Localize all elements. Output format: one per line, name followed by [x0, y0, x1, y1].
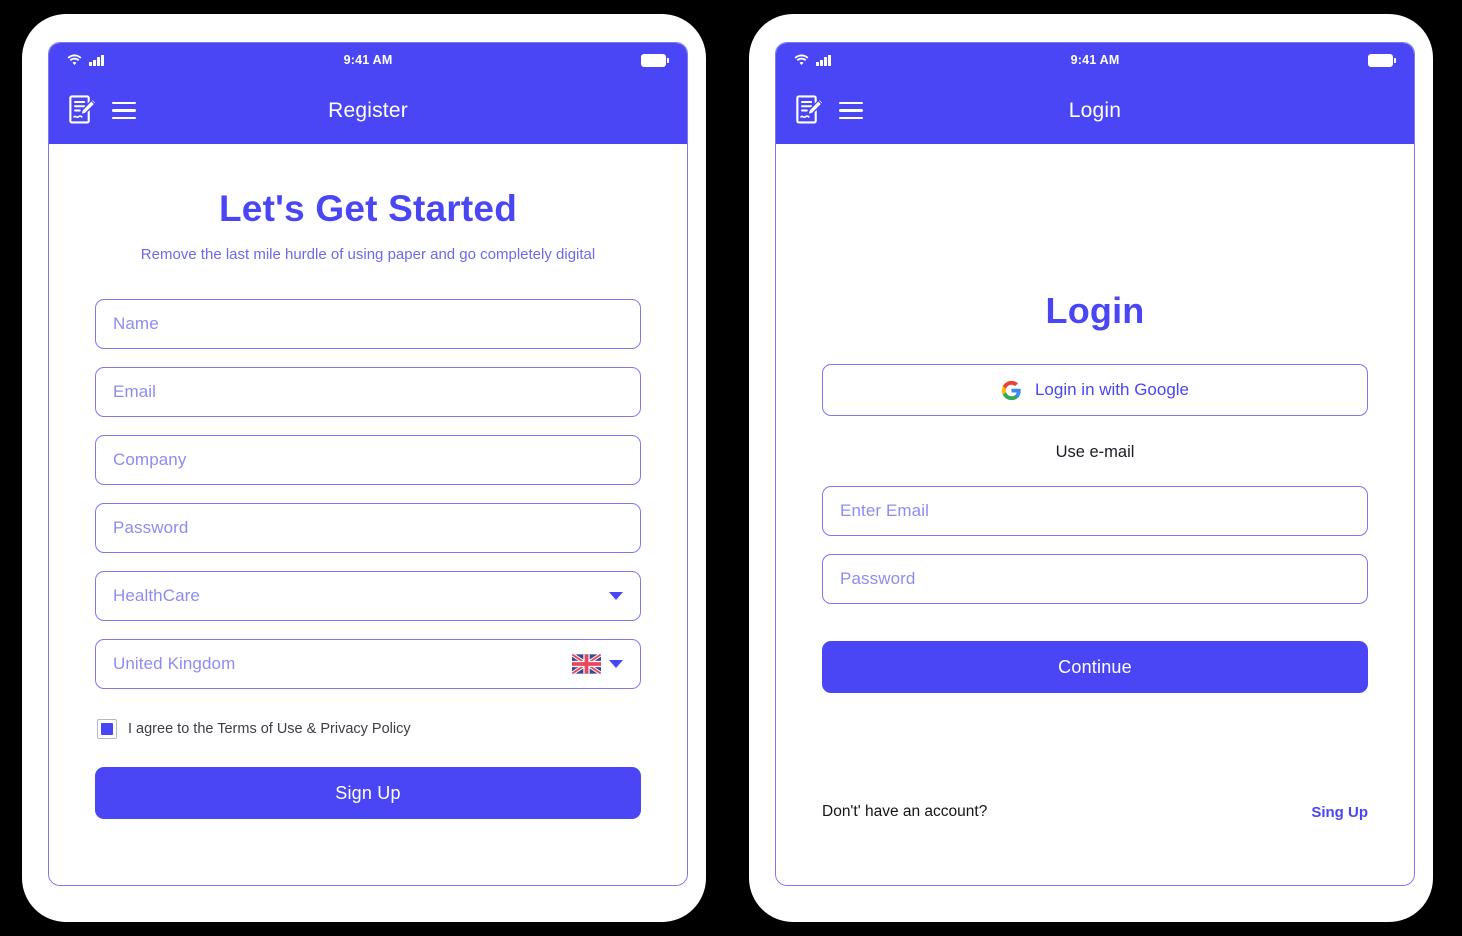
login-email-field[interactable]: Enter Email — [822, 486, 1368, 536]
status-right-group — [640, 53, 669, 67]
login-footer: Don't' have an account? Sing Up — [822, 803, 1368, 821]
terms-checkbox[interactable] — [97, 719, 117, 740]
login-form: Enter Email Password — [822, 486, 1368, 604]
sign-up-button-wrap: Sign Up — [95, 767, 641, 820]
status-time: 9:41 AM — [1070, 53, 1120, 67]
app-bar-icon-group — [69, 95, 136, 126]
checkbox-check-icon — [101, 723, 113, 736]
login-heading: Login — [1045, 290, 1145, 331]
email-field[interactable]: Email — [95, 367, 641, 418]
login-with-google-button[interactable]: Login in with Google — [822, 364, 1368, 416]
login-body: Login Login in with Google Use e-mail En… — [776, 144, 1414, 885]
battery-icon — [640, 53, 669, 67]
wifi-icon — [67, 54, 82, 65]
terms-agreement-row[interactable]: I agree to the Terms of Use & Privacy Po… — [95, 719, 641, 740]
company-field-placeholder: Company — [113, 450, 187, 470]
register-status-bar: 9:41 AM — [49, 43, 687, 77]
app-bar-icon-group — [796, 95, 863, 126]
chevron-down-icon — [609, 660, 623, 669]
login-status-bar: 9:41 AM — [776, 43, 1414, 77]
register-form: Name Email Company Password HealthCare U… — [95, 299, 641, 690]
hamburger-menu-icon[interactable] — [839, 101, 863, 120]
register-app-bar-row: Register — [49, 77, 687, 144]
login-email-placeholder: Enter Email — [840, 501, 929, 520]
battery-icon — [1367, 53, 1396, 67]
login-screen: 9:41 AM Login Login Login in with Google… — [775, 42, 1415, 886]
login-password-placeholder: Password — [840, 569, 916, 588]
country-select[interactable]: United Kingdom — [95, 639, 641, 690]
hamburger-menu-icon[interactable] — [112, 101, 136, 120]
sign-up-link[interactable]: Sing Up — [1311, 804, 1368, 821]
industry-select[interactable]: HealthCare — [95, 571, 641, 622]
terms-label: I agree to the Terms of Use & Privacy Po… — [128, 721, 411, 738]
cellular-signal-icon — [89, 54, 104, 66]
status-time: 9:41 AM — [343, 53, 393, 67]
register-body: Let's Get Started Remove the last mile h… — [49, 144, 687, 885]
password-field-placeholder: Password — [113, 518, 189, 538]
status-left-group — [67, 54, 104, 66]
name-field[interactable]: Name — [95, 299, 641, 350]
company-field[interactable]: Company — [95, 435, 641, 486]
google-logo-icon — [1001, 380, 1021, 400]
country-select-value: United Kingdom — [113, 654, 236, 674]
name-field-placeholder: Name — [113, 314, 159, 334]
email-field-placeholder: Email — [113, 382, 157, 402]
login-with-google-label: Login in with Google — [1034, 380, 1190, 399]
login-password-field[interactable]: Password — [822, 554, 1368, 604]
login-app-bar: 9:41 AM Login — [776, 43, 1414, 144]
register-headline: Let's Get Started — [219, 188, 517, 229]
chevron-down-icon — [609, 592, 623, 601]
document-pen-icon[interactable] — [796, 95, 825, 126]
wifi-icon — [794, 54, 809, 65]
login-page-title: Login — [1068, 98, 1122, 122]
document-pen-icon[interactable] — [69, 95, 98, 126]
register-app-bar: 9:41 AM Register — [49, 43, 687, 144]
register-subheadline: Remove the last mile hurdle of using pap… — [140, 246, 596, 263]
industry-select-value: HealthCare — [113, 586, 200, 606]
sign-up-button[interactable]: Sign Up — [95, 767, 641, 820]
united-kingdom-flag-icon — [572, 654, 601, 675]
cellular-signal-icon — [816, 54, 831, 66]
continue-button-wrap: Continue — [822, 641, 1368, 693]
password-field[interactable]: Password — [95, 503, 641, 554]
login-app-bar-row: Login — [776, 77, 1414, 144]
phone-mockup-login: 9:41 AM Login Login Login in with Google… — [749, 14, 1433, 922]
register-screen: 9:41 AM Register Let's Get Started Remov… — [48, 42, 688, 886]
screenshot-stage: 9:41 AM Register Let's Get Started Remov… — [0, 0, 1462, 936]
phone-mockup-register: 9:41 AM Register Let's Get Started Remov… — [22, 14, 706, 922]
status-right-group — [1367, 53, 1396, 67]
no-account-question: Don't' have an account? — [822, 803, 988, 820]
status-left-group — [794, 54, 831, 66]
continue-button[interactable]: Continue — [822, 641, 1368, 693]
register-page-title: Register — [328, 98, 408, 122]
use-email-label: Use e-mail — [1055, 443, 1135, 461]
